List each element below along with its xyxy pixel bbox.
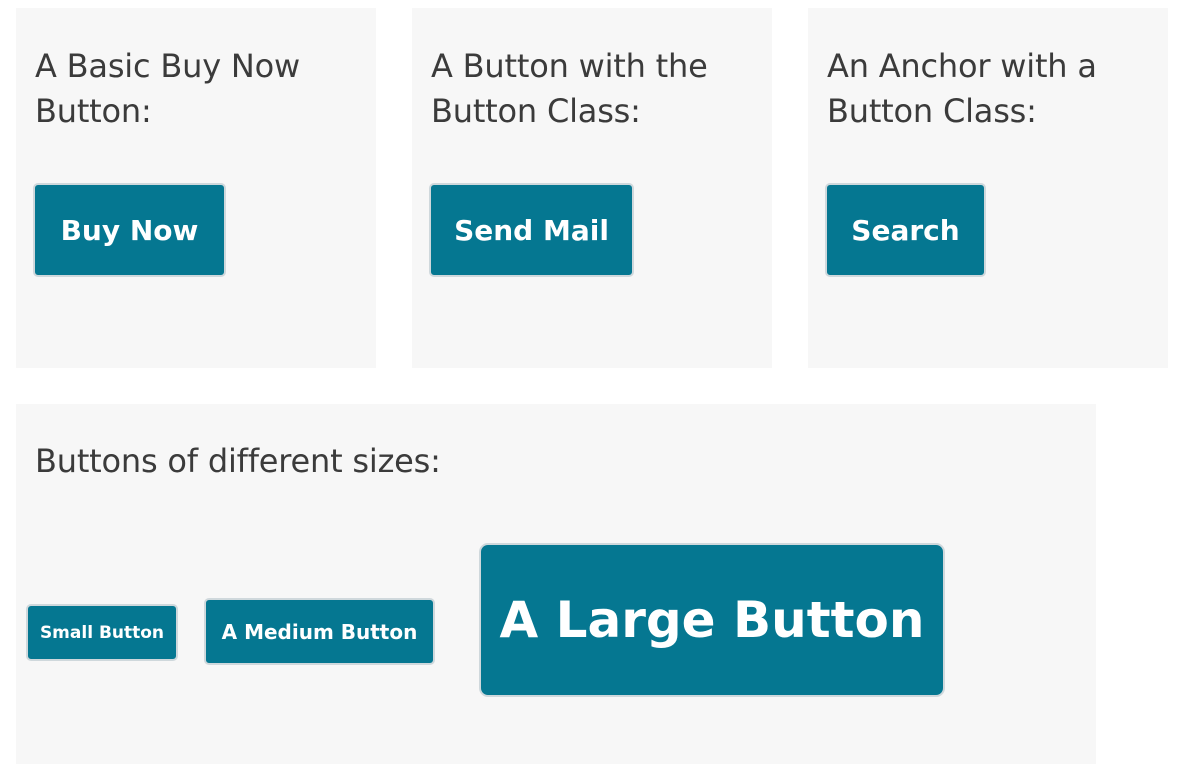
send-mail-button[interactable]: Send Mail [429, 183, 634, 277]
button-sizes-title: Buttons of different sizes: [35, 442, 441, 480]
buy-now-button[interactable]: Buy Now [33, 183, 226, 277]
button-sizes-panel: Buttons of different sizes: Small Button… [16, 404, 1096, 764]
search-anchor-button[interactable]: Search [825, 183, 986, 277]
button-class-title: A Button with the Button Class: [431, 47, 708, 130]
small-button[interactable]: Small Button [26, 604, 178, 661]
basic-buy-now-title: A Basic Buy Now Button: [35, 47, 300, 130]
anchor-class-title: An Anchor with a Button Class: [827, 47, 1097, 130]
basic-buy-now-panel: A Basic Buy Now Button: Buy Now [16, 8, 376, 368]
medium-button[interactable]: A Medium Button [204, 598, 435, 665]
anchor-class-panel: An Anchor with a Button Class: Search [808, 8, 1168, 368]
large-button[interactable]: A Large Button [479, 543, 945, 697]
button-class-panel: A Button with the Button Class: Send Mai… [412, 8, 772, 368]
